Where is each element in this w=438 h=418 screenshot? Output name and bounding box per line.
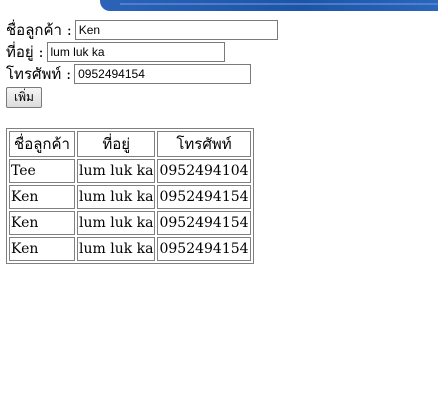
cell-address: lum luk ka — [77, 185, 156, 209]
top-band-graphic — [100, 0, 438, 11]
table-row: Tee lum luk ka 0952494104 — [9, 159, 251, 183]
customer-table: ชื่อลูกค้า ที่อยู่ โทรศัพท์ Tee lum luk … — [6, 128, 254, 264]
customer-form: ชื่อลูกค้า : ที่อยู่ : โทรศัพท์ : — [6, 19, 278, 85]
header-phone: โทรศัพท์ — [157, 131, 251, 157]
cell-address: lum luk ka — [77, 211, 156, 235]
address-row: ที่อยู่ : — [6, 41, 278, 63]
cell-phone: 0952494154 — [157, 185, 251, 209]
cell-phone: 0952494154 — [157, 237, 251, 261]
phone-row: โทรศัพท์ : — [6, 63, 278, 85]
cell-address: lum luk ka — [77, 159, 156, 183]
table-row: Ken lum luk ka 0952494154 — [9, 185, 251, 209]
add-button[interactable]: เพิ่ม — [6, 87, 42, 108]
cell-name: Ken — [9, 185, 75, 209]
cell-name: Ken — [9, 237, 75, 261]
name-label: ชื่อลูกค้า : — [6, 21, 72, 39]
cell-address: lum luk ka — [77, 237, 156, 261]
name-input[interactable] — [74, 20, 278, 40]
cell-phone: 0952494104 — [157, 159, 251, 183]
cell-phone: 0952494154 — [157, 211, 251, 235]
name-row: ชื่อลูกค้า : — [6, 19, 278, 41]
cell-name: Ken — [9, 211, 75, 235]
phone-input[interactable] — [74, 64, 252, 84]
cell-name: Tee — [9, 159, 75, 183]
address-label: ที่อยู่ : — [6, 43, 44, 61]
header-name: ชื่อลูกค้า — [9, 131, 75, 157]
table-row: Ken lum luk ka 0952494154 — [9, 237, 251, 261]
address-input[interactable] — [46, 42, 225, 62]
browser-top-band — [0, 0, 438, 12]
table-header-row: ชื่อลูกค้า ที่อยู่ โทรศัพท์ — [9, 131, 251, 157]
header-address: ที่อยู่ — [77, 131, 156, 157]
phone-label: โทรศัพท์ : — [6, 65, 72, 83]
table-row: Ken lum luk ka 0952494154 — [9, 211, 251, 235]
